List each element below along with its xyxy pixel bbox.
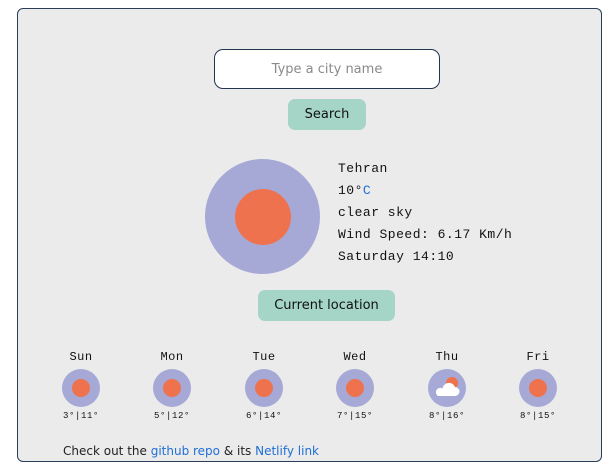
city-search-input[interactable]	[214, 49, 440, 89]
forecast-temps: 5°|12°	[153, 411, 190, 421]
current-location-button[interactable]: Current location	[258, 290, 395, 321]
forecast-day-name: Tue	[252, 350, 276, 364]
forecast-day: Sun 3°|11°	[46, 349, 116, 421]
wind-speed: Wind Speed: 6.17 Km/h	[338, 227, 513, 242]
forecast-day: Tue 6°|14°	[229, 349, 299, 421]
forecast-temps: 6°|14°	[245, 411, 282, 421]
weather-card: Search Tehran 10°C clear sky Wind Speed:…	[17, 8, 602, 462]
date-time: Saturday 14:10	[338, 249, 455, 264]
forecast-temps: 8°|16°	[428, 411, 465, 421]
footer-middle: & its	[220, 444, 256, 458]
footer-prefix: Check out the	[63, 444, 151, 458]
temperature-unit-link[interactable]: C	[363, 183, 371, 198]
temperature-value: 10°	[338, 183, 363, 198]
sun-icon	[245, 369, 283, 407]
forecast-temps: 3°|11°	[62, 411, 99, 421]
forecast-day: Fri 8°|15°	[503, 349, 573, 421]
forecast-temps: 8°|15°	[519, 411, 556, 421]
forecast-day-name: Thu	[435, 350, 459, 364]
forecast-day-name: Fri	[526, 350, 550, 364]
sun-icon	[153, 369, 191, 407]
temperature: 10°C	[338, 180, 512, 202]
forecast-day: Mon 5°|12°	[137, 349, 207, 421]
sun-icon	[336, 369, 374, 407]
city-name: Tehran	[338, 161, 388, 176]
sun-icon	[205, 159, 320, 274]
github-repo-link[interactable]: github repo	[151, 444, 220, 458]
forecast-day: Wed 7°|15°	[320, 349, 390, 421]
partly-cloudy-icon	[428, 369, 466, 407]
footer: Check out the github repo & its Netlify …	[63, 444, 319, 458]
forecast-day-name: Wed	[343, 350, 367, 364]
current-weather-details: Tehran 10°C clear sky Wind Speed: 6.17 K…	[338, 158, 512, 268]
sun-icon	[62, 369, 100, 407]
forecast-day: Thu 8°|16°	[412, 349, 482, 421]
netlify-link[interactable]: Netlify link	[255, 444, 319, 458]
forecast-temps: 7°|15°	[336, 411, 373, 421]
sun-icon	[519, 369, 557, 407]
forecast-day-name: Sun	[69, 350, 93, 364]
forecast-day-name: Mon	[160, 350, 184, 364]
sun-disc	[235, 189, 291, 245]
search-button[interactable]: Search	[288, 99, 366, 130]
weather-description: clear sky	[338, 205, 413, 220]
